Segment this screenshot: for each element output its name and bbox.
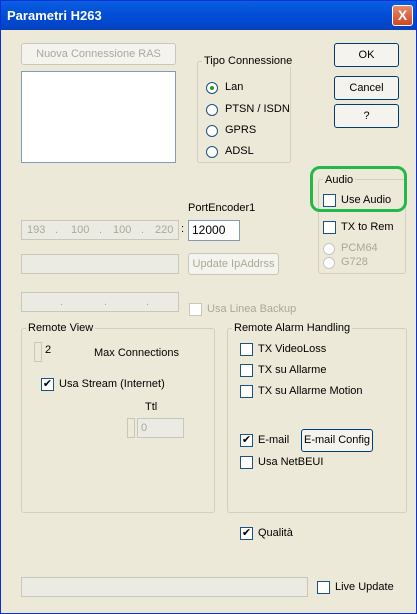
radio-pcm64-label: PCM64 xyxy=(341,242,378,254)
max-connections-spinner[interactable] xyxy=(34,342,42,362)
tx-allarme-motion-checkbox[interactable] xyxy=(240,385,253,398)
radio-pcm64[interactable] xyxy=(323,243,335,255)
usa-netbeui-checkbox[interactable] xyxy=(240,456,253,469)
ttl-spinner[interactable] xyxy=(127,418,135,438)
tx-to-rem-label: TX to Rem xyxy=(341,221,394,233)
usa-linea-backup-checkbox[interactable] xyxy=(189,303,202,316)
usa-netbeui-label: Usa NetBEUI xyxy=(258,456,324,468)
tx-to-rem-checkbox[interactable] xyxy=(323,221,336,234)
max-connections-label: Max Connections xyxy=(94,347,179,359)
backup-dot-3: . xyxy=(146,296,150,308)
radio-adsl-label: ADSL xyxy=(225,145,254,157)
radio-g728[interactable] xyxy=(323,257,335,269)
radio-g728-label: G728 xyxy=(341,256,368,268)
title-bar[interactable]: Parametri H263 X xyxy=(1,1,416,30)
usa-stream-label: Usa Stream (Internet) xyxy=(59,378,165,390)
port-encoder-input[interactable]: 12000 xyxy=(188,220,240,241)
ip-octet-3: 100 xyxy=(113,224,132,236)
remote-view-label: Remote View xyxy=(26,322,96,334)
live-update-label: Live Update xyxy=(335,581,394,593)
tx-videoloss-checkbox[interactable] xyxy=(240,343,253,356)
ip-dot-2: . xyxy=(99,224,103,236)
port-encoder-label: PortEncoder1 xyxy=(188,202,256,214)
ip-octet-2: 100 xyxy=(71,224,90,236)
ip-address-field[interactable]: 193 . 100 . 100 . 220 xyxy=(21,220,179,240)
window-title: Parametri H263 xyxy=(7,8,102,23)
progress-field xyxy=(21,577,308,597)
backup-dot-2: . xyxy=(104,296,108,308)
ip-port-separator: : xyxy=(181,223,185,235)
ip-octet-1: 193 xyxy=(27,224,46,236)
qualita-checkbox[interactable]: ✔ xyxy=(240,527,253,540)
ok-button[interactable]: OK xyxy=(334,43,399,67)
ras-connections-list[interactable] xyxy=(21,71,176,163)
max-connections-value[interactable]: 2 xyxy=(45,344,51,357)
radio-ptsn-isdn[interactable] xyxy=(206,104,218,116)
ip-dot-1: . xyxy=(55,224,59,236)
ttl-input[interactable]: 0 xyxy=(137,418,184,438)
tx-videoloss-label: TX VideoLoss xyxy=(258,343,327,355)
email-label: E-mail xyxy=(258,434,290,446)
usa-stream-checkbox[interactable]: ✔ xyxy=(41,378,54,391)
nuova-connessione-ras-button[interactable]: Nuova Connessione RAS xyxy=(21,43,176,65)
backup-dot-1: . xyxy=(60,296,64,308)
tx-allarme-checkbox[interactable] xyxy=(240,364,253,377)
dialog-window: Parametri H263 X Nuova Connessione RAS T… xyxy=(0,0,417,614)
help-button[interactable]: ? xyxy=(334,104,399,128)
radio-lan[interactable] xyxy=(206,82,218,94)
status-field xyxy=(21,254,179,274)
ip-dot-3: . xyxy=(141,224,145,236)
update-ip-button[interactable]: Update IpAddrss xyxy=(188,253,279,275)
cancel-button[interactable]: Cancel xyxy=(334,76,399,100)
backup-ip-field[interactable]: . . . xyxy=(21,292,179,312)
email-checkbox[interactable]: ✔ xyxy=(240,434,253,447)
radio-adsl[interactable] xyxy=(206,146,218,158)
radio-ptsn-isdn-label: PTSN / ISDN xyxy=(225,103,290,115)
ip-octet-4: 220 xyxy=(155,224,174,236)
tipo-connessione-label: Tipo Connessione xyxy=(202,55,295,67)
ttl-label: Ttl xyxy=(145,401,158,413)
radio-gprs-label: GPRS xyxy=(225,124,257,136)
usa-linea-backup-label: Usa Linea Backup xyxy=(207,303,297,315)
live-update-checkbox[interactable] xyxy=(317,581,330,594)
close-icon[interactable]: X xyxy=(392,5,413,26)
radio-lan-label: Lan xyxy=(225,81,244,93)
tx-allarme-label: TX su Allarme xyxy=(258,364,327,376)
tx-allarme-motion-label: TX su Allarme Motion xyxy=(258,385,363,397)
email-config-button[interactable]: E-mail Config xyxy=(301,429,373,452)
remote-alarm-label: Remote Alarm Handling xyxy=(232,322,353,334)
radio-gprs[interactable] xyxy=(206,125,218,137)
qualita-label: Qualità xyxy=(258,527,293,539)
use-audio-highlight xyxy=(310,166,407,212)
